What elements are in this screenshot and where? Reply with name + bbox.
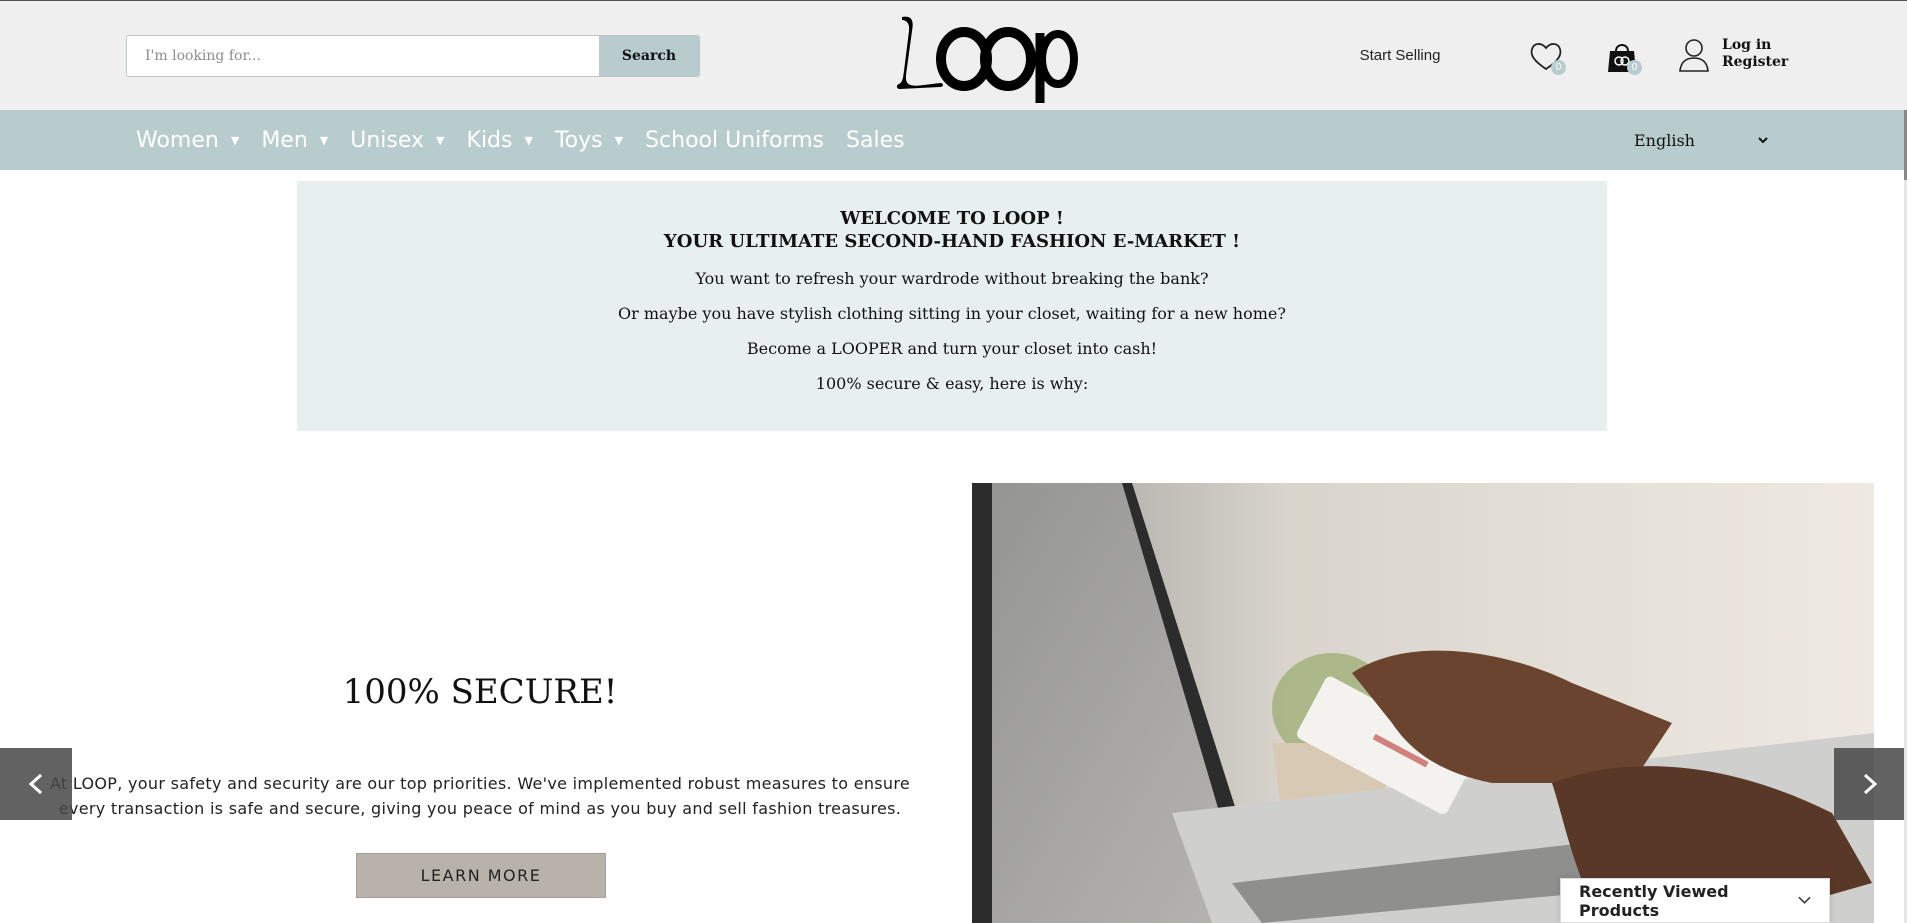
laptop-payment-photo (972, 483, 1874, 923)
search-bar: Search (126, 35, 700, 77)
nav-item-label: Men (261, 127, 308, 153)
welcome-line: 100% secure & easy, here is why: (815, 374, 1089, 393)
account-links: Log in Register (1722, 37, 1788, 71)
nav-item-label: Women (136, 127, 219, 153)
welcome-text: You want to refresh your wardrode withou… (297, 261, 1607, 401)
chevron-left-icon (28, 773, 43, 795)
language-selected: English (1634, 130, 1695, 150)
site-header: Search Start Selling 0 0 (0, 0, 1907, 110)
chevron-down-icon (1798, 896, 1811, 904)
login-link[interactable]: Log in (1722, 37, 1788, 54)
chevron-right-icon (1863, 773, 1878, 795)
slider-next-button[interactable] (1834, 748, 1906, 820)
nav-menu: Women ▼ Men ▼ Unisex ▼ Kids ▼ Toys ▼ School U… (136, 110, 927, 170)
welcome-line: Or maybe you have stylish clothing sitti… (618, 304, 1286, 323)
slide-description: At LOOP, your safety and security are ou… (49, 774, 911, 818)
welcome-title-line1: WELCOME TO LOOP ! (840, 208, 1064, 229)
slide-title: 100% SECURE! (342, 672, 618, 712)
nav-item-label: School Uniforms (645, 127, 825, 153)
search-input[interactable] (127, 36, 599, 76)
nav-item-label: Unisex (350, 127, 425, 153)
nav-item-sales[interactable]: Sales (846, 128, 905, 153)
loop-logo-mark (896, 16, 1078, 103)
recently-viewed-label: Recently Viewed Products (1579, 881, 1729, 920)
nav-item-unisex[interactable]: Unisex ▼ (350, 128, 444, 153)
user-icon[interactable] (1678, 37, 1710, 73)
welcome-line: Become a LOOPER and turn your closet int… (746, 339, 1158, 358)
nav-item-label: Sales (846, 127, 905, 153)
chevron-down-icon (1758, 136, 1768, 143)
nav-item-kids[interactable]: Kids ▼ (467, 128, 533, 153)
caret-down-icon: ▼ (614, 133, 624, 147)
welcome-banner: WELCOME TO LOOP ! YOUR ULTIMATE SECOND-H… (297, 181, 1607, 431)
caret-down-icon: ▼ (319, 133, 329, 147)
caret-down-icon: ▼ (230, 133, 240, 147)
register-link[interactable]: Register (1722, 54, 1788, 71)
recently-viewed-toggle[interactable]: Recently Viewed Products (1560, 878, 1830, 923)
slider-prev-button[interactable] (0, 748, 72, 820)
nav-item-toys[interactable]: Toys ▼ (555, 128, 623, 153)
loop-logo[interactable] (890, 7, 1080, 103)
nav-item-men[interactable]: Men ▼ (261, 128, 328, 153)
cart-count-badge: 0 (1627, 60, 1642, 75)
welcome-title: WELCOME TO LOOP ! YOUR ULTIMATE SECOND-H… (297, 207, 1607, 253)
welcome-title-line2: YOUR ULTIMATE SECOND-HAND FASHION E-MARK… (663, 231, 1241, 252)
nav-item-school-uniforms[interactable]: School Uniforms (645, 128, 824, 153)
welcome-line: You want to refresh your wardrode withou… (695, 269, 1209, 288)
cart-button[interactable]: 0 (1602, 37, 1642, 77)
nav-item-women[interactable]: Women ▼ (136, 128, 239, 153)
wishlist-button[interactable]: 0 (1526, 37, 1566, 77)
search-button[interactable]: Search (599, 36, 699, 76)
caret-down-icon: ▼ (436, 133, 445, 147)
nav-item-label: Toys (554, 127, 603, 153)
language-select[interactable]: English (1624, 125, 1778, 155)
learn-more-button[interactable]: LEARN MORE (356, 853, 606, 898)
start-selling-link[interactable]: Start Selling (1330, 43, 1470, 69)
main-navigation: Women ▼ Men ▼ Unisex ▼ Kids ▼ Toys ▼ School U… (0, 110, 1904, 170)
wishlist-count-badge: 0 (1551, 60, 1566, 75)
caret-down-icon: ▼ (524, 133, 533, 147)
nav-item-label: Kids (466, 127, 513, 153)
slide-image-laptop-card-payment (972, 483, 1874, 923)
